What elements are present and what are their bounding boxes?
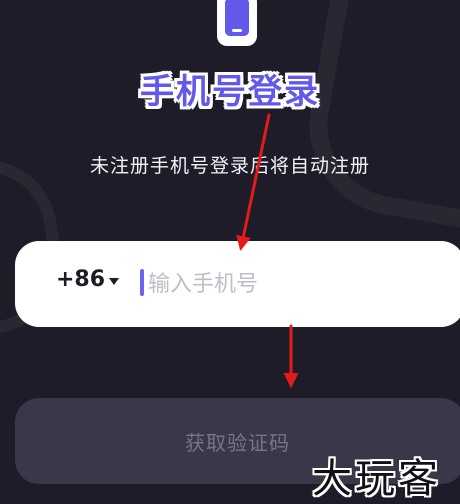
page-title: 手机号登录 <box>140 72 320 112</box>
phone-icon <box>217 0 257 46</box>
annotation-arrow-to-input <box>236 113 271 251</box>
caret-down-icon[interactable] <box>109 278 119 285</box>
phone-input-container: +86 <box>15 241 460 327</box>
text-cursor <box>140 269 144 296</box>
page-subtitle: 未注册手机号登录后将自动注册 <box>89 155 370 177</box>
country-code-selector[interactable]: +86 <box>56 267 105 292</box>
watermark-text: 大玩客 <box>312 456 441 502</box>
phone-number-input[interactable] <box>148 264 438 304</box>
background-decoration-right <box>295 0 460 249</box>
